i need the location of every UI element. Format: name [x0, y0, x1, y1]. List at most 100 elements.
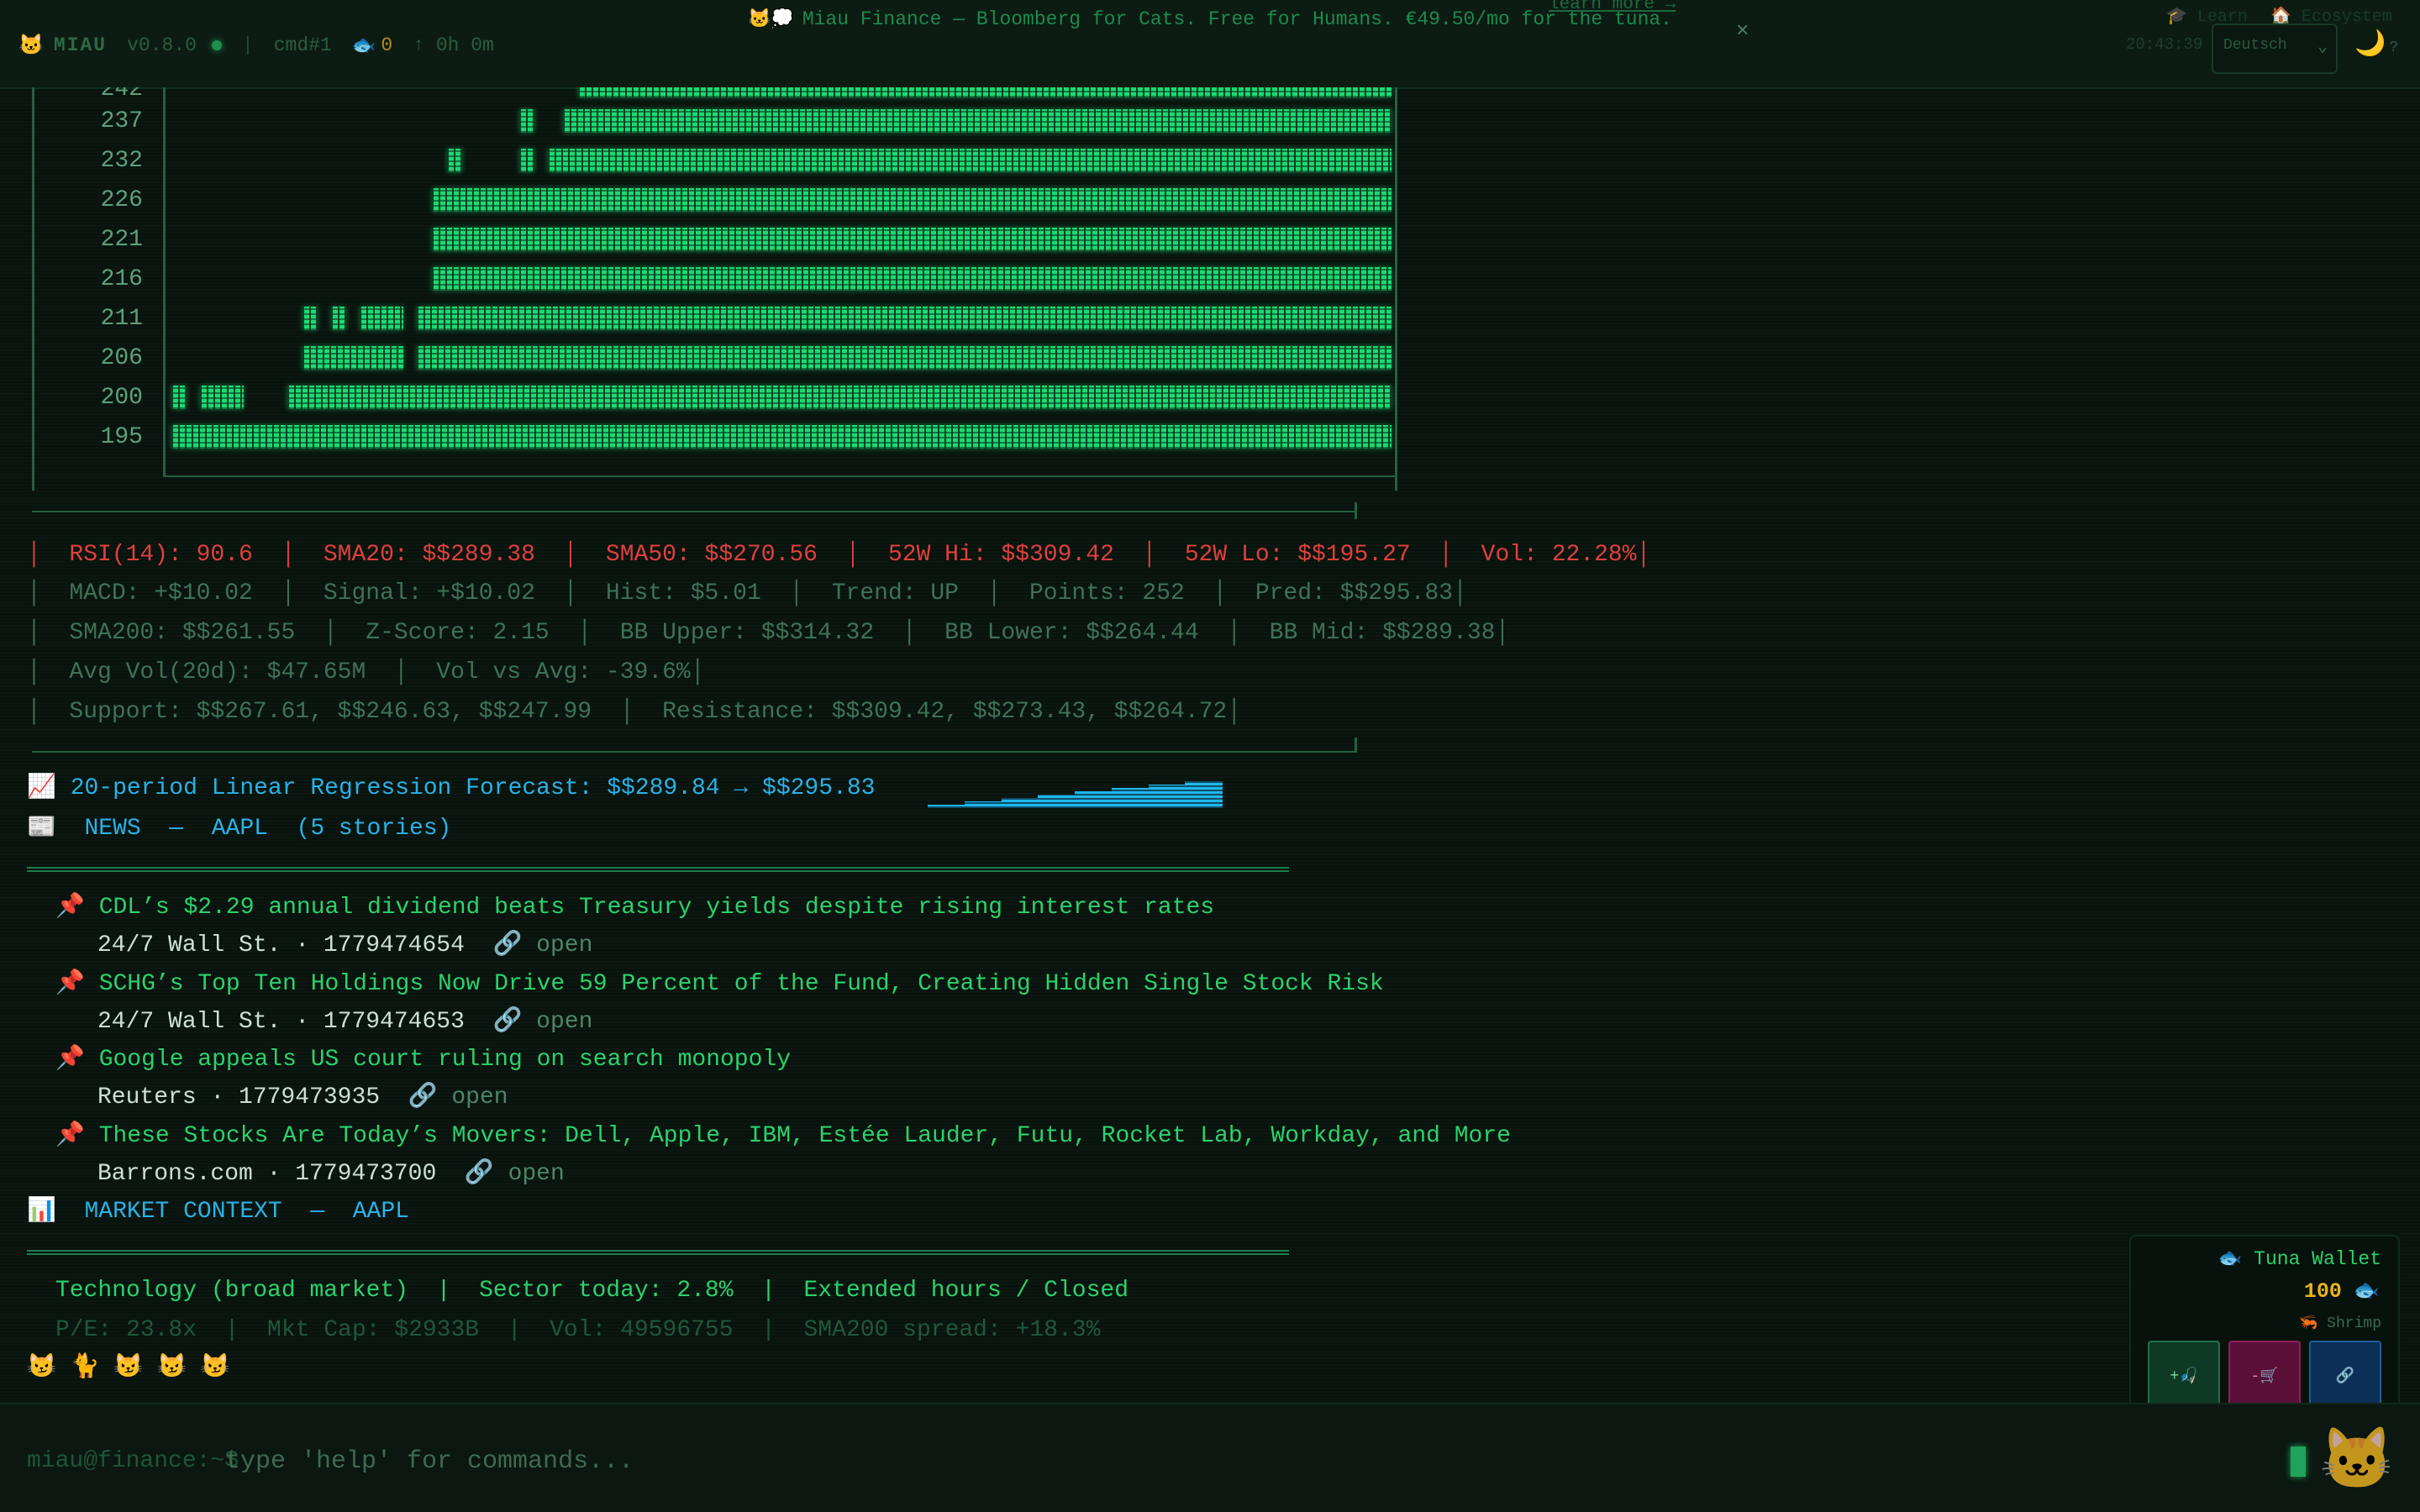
news-source: 24/7 Wall St. · 1779474653	[97, 1009, 465, 1035]
chart-row	[519, 149, 534, 172]
market-divider	[27, 1250, 1289, 1255]
chart-row	[302, 307, 318, 330]
stats-frame-top	[32, 511, 1356, 512]
cat-row-icon: 😼 🐈 😼 😼 😼	[27, 1355, 230, 1381]
news-item[interactable]: 📌 SCHG’s Top Ten Holdings Now Drive 59 P…	[55, 970, 1384, 999]
news-title[interactable]: CDL’s $2.29 annual dividend beats Treasu…	[99, 895, 1214, 921]
y-label: 237	[100, 108, 143, 134]
terminal-output: 242 237 232 226 221 216 211 206 200 195	[0, 87, 2420, 1398]
stats-frame-corner	[1355, 502, 1357, 519]
link-icon: 🔗	[464, 1161, 494, 1187]
bar-chart-icon: 📊	[27, 1199, 56, 1225]
chart-row	[360, 307, 403, 330]
news-source: Barrons.com · 1779473700	[97, 1161, 437, 1187]
market-header-text: MARKET CONTEXT — AAPL	[84, 1199, 409, 1225]
y-label: 242	[100, 87, 143, 102]
stats-frame-corner	[1355, 738, 1357, 753]
chart-row	[432, 228, 1392, 251]
news-title[interactable]: Google appeals US court ruling on search…	[99, 1047, 791, 1073]
stats-frame-bottom	[32, 751, 1356, 753]
news-meta: Barrons.com · 1779473700 🔗 open	[97, 1160, 565, 1189]
chart-row	[200, 386, 244, 409]
wallet-rank: 🦐 Shrimp	[2298, 1315, 2381, 1332]
y-label: 195	[100, 424, 143, 450]
chart-row	[432, 267, 1392, 291]
sparkline-bar	[928, 805, 965, 808]
news-header-text: NEWS — AAPL (5 stories)	[84, 816, 452, 842]
sparkline-bar	[1111, 788, 1149, 808]
chart-row	[563, 109, 1392, 133]
news-item[interactable]: 📌 These Stocks Are Today’s Movers: Dell,…	[55, 1122, 1511, 1151]
command-input[interactable]	[225, 1441, 2158, 1482]
y-label: 211	[100, 306, 143, 332]
price-chart: 242 237 232 226 221 216 211 206 200 195	[0, 87, 1428, 491]
news-source: Reuters · 1779473935	[97, 1084, 381, 1110]
help-icon: ?	[2389, 39, 2399, 56]
news-meta: 24/7 Wall St. · 1779474654 🔗 open	[97, 932, 592, 960]
news-source: 24/7 Wall St. · 1779474654	[97, 932, 465, 958]
news-title[interactable]: SCHG’s Top Ten Holdings Now Drive 59 Per…	[99, 971, 1384, 997]
forecast-sparkline	[928, 778, 1223, 808]
pin-icon: 📌	[55, 1123, 85, 1149]
news-open-link[interactable]: open	[536, 1009, 592, 1035]
chart-row	[417, 307, 1392, 330]
wallet-amount: 100	[2303, 1279, 2342, 1304]
stats-row-volume: │ Avg Vol(20d): $47.65M │ Vol vs Avg: -3…	[27, 659, 705, 685]
sparkline-bar	[1185, 781, 1223, 808]
wallet-balance: 100 🐟	[2304, 1278, 2380, 1304]
y-label: 216	[100, 266, 143, 292]
cat-thought-icon: 🐱💭	[748, 9, 794, 30]
chart-up-icon: 📈	[27, 775, 56, 801]
chart-row	[171, 386, 187, 409]
sparkline-bar	[1075, 791, 1113, 808]
link-icon: 🔗	[408, 1084, 438, 1110]
y-label: 206	[100, 345, 143, 371]
news-open-link[interactable]: open	[536, 932, 592, 958]
forecast-text: 20-period Linear Regression Forecast: $$…	[70, 775, 876, 801]
chart-row	[519, 109, 534, 133]
chart-row	[578, 87, 1392, 97]
stats-row-macd: │ MACD: +$10.02 │ Signal: +$10.02 │ Hist…	[27, 580, 1467, 606]
y-label: 232	[100, 148, 143, 174]
chart-row	[432, 188, 1392, 212]
y-label: 200	[100, 385, 143, 411]
news-item[interactable]: 📌 CDL’s $2.29 annual dividend beats Trea…	[55, 894, 1214, 922]
sparkline-bar	[1001, 798, 1039, 808]
language-select[interactable]: Deutsch ⌄	[2212, 24, 2338, 74]
chart-x-axis	[163, 475, 1397, 477]
top-bar: 🐱 MIAU v0.8.0 | cmd#1 🐟 0 ↑ 0h 0m 🐱💭 Miau…	[0, 0, 2420, 89]
news-meta: Reuters · 1779473935 🔗 open	[97, 1084, 508, 1112]
news-open-link[interactable]: open	[508, 1161, 565, 1187]
chevron-down-icon: ⌄	[2317, 38, 2328, 57]
chart-row	[287, 386, 1392, 409]
announcement-text: Miau Finance — Bloomberg for Cats. Free …	[802, 8, 1672, 30]
stats-row-primary: │ RSI(14): 90.6 │ SMA20: $$289.38 │ SMA5…	[27, 542, 1651, 568]
close-icon[interactable]: ×	[1736, 18, 1749, 44]
news-item[interactable]: 📌 Google appeals US court ruling on sear…	[55, 1046, 791, 1074]
news-open-link[interactable]: open	[451, 1084, 508, 1110]
chart-frame-right	[1395, 87, 1397, 491]
stats-row-levels: │ Support: $$267.61, $$246.63, $$247.99 …	[27, 699, 1242, 725]
fish-icon: 🐟	[2353, 1279, 2380, 1304]
sparkline-bar	[1038, 795, 1076, 808]
theme-toggle[interactable]: 🌙?	[2354, 29, 2398, 60]
pin-icon: 📌	[55, 971, 85, 997]
chart-row	[447, 149, 462, 172]
learn-more-link[interactable]: learn more →	[1549, 0, 1676, 14]
news-title[interactable]: These Stocks Are Today’s Movers: Dell, A…	[99, 1123, 1511, 1149]
chart-row	[548, 149, 1392, 172]
pin-icon: 📌	[55, 1047, 85, 1073]
y-label: 226	[100, 187, 143, 213]
clock: 20:43:39	[2126, 35, 2203, 54]
market-sector-line: Technology (broad market) | Sector today…	[55, 1278, 1129, 1304]
news-header: 📰 NEWS — AAPL (5 stories)	[27, 815, 451, 843]
prompt-label: miau@finance:~$	[27, 1448, 239, 1474]
cat-mascot-icon[interactable]: 🐱	[2319, 1423, 2395, 1498]
chart-y-axis	[163, 87, 166, 477]
forecast-line: 📈 20-period Linear Regression Forecast: …	[27, 774, 875, 803]
chart-row	[171, 425, 1392, 449]
news-meta: 24/7 Wall St. · 1779474653 🔗 open	[97, 1008, 592, 1037]
sparkline-bar	[1148, 785, 1186, 808]
chart-row	[417, 346, 1392, 370]
sparkline-bar	[964, 801, 1002, 808]
